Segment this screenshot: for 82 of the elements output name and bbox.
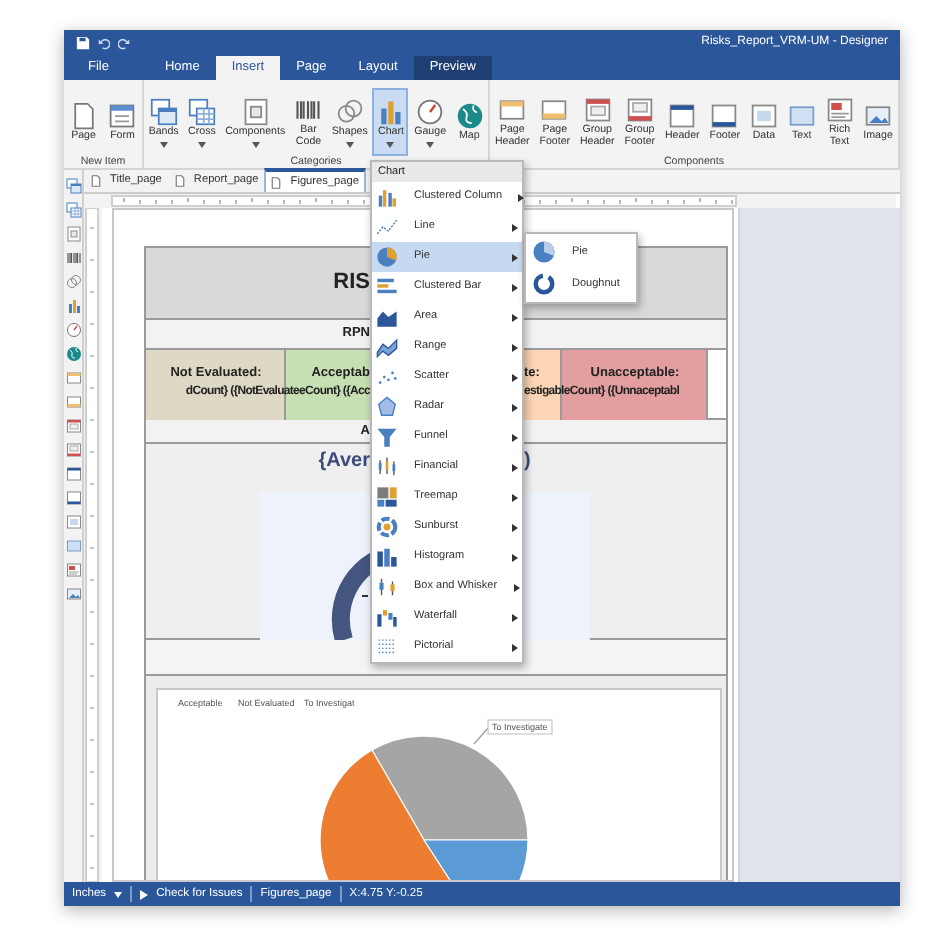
treemap-icon xyxy=(376,486,398,508)
footer-icon[interactable] xyxy=(65,490,81,506)
globe-icon xyxy=(455,102,484,131)
submenu-arrow-icon xyxy=(512,523,518,531)
submenu-arrow-icon xyxy=(512,433,518,441)
component-icon[interactable] xyxy=(65,226,81,242)
bar-chart-icon xyxy=(376,97,405,126)
image-icon xyxy=(864,102,893,131)
header-icon xyxy=(668,102,697,131)
box-plot-icon xyxy=(376,576,398,598)
bands-icon[interactable] xyxy=(65,178,81,194)
bar-chart-icon xyxy=(376,276,398,298)
header-icon[interactable] xyxy=(65,466,81,482)
footer-icon xyxy=(710,102,739,131)
pie-chart-icon xyxy=(376,246,398,268)
save-icon[interactable] xyxy=(76,36,90,50)
area-chart-icon xyxy=(376,306,398,328)
submenu-arrow-icon xyxy=(512,313,518,321)
scatter-chart-icon xyxy=(376,366,398,388)
group-footer-icon[interactable] xyxy=(65,442,81,458)
image-icon[interactable] xyxy=(65,586,81,602)
average-label: ) xyxy=(524,448,533,476)
form-icon xyxy=(108,102,137,131)
submenu-arrow-icon xyxy=(512,643,518,651)
histogram-icon xyxy=(376,546,398,568)
average-label: {Aver xyxy=(316,448,370,476)
sunburst-icon xyxy=(376,516,398,538)
page-header-icon[interactable] xyxy=(65,370,81,386)
submenu-arrow-icon xyxy=(518,193,525,201)
submenu-arrow-icon xyxy=(512,343,518,351)
shapes-icon[interactable] xyxy=(65,274,81,290)
page-icon xyxy=(270,175,283,189)
data-band-icon xyxy=(749,102,778,131)
undo-icon[interactable] xyxy=(98,37,110,49)
line-chart-icon xyxy=(376,216,398,238)
bar-chart-icon[interactable] xyxy=(65,298,81,314)
barcode-icon[interactable] xyxy=(65,250,81,266)
gauge-icon[interactable] xyxy=(65,322,81,338)
donut-chart-icon xyxy=(532,272,556,296)
submenu-arrow-icon xyxy=(512,493,518,501)
submenu-arrow-icon xyxy=(512,223,518,231)
candlestick-icon xyxy=(376,456,398,478)
bands-icon xyxy=(149,97,178,126)
rich-text-icon xyxy=(825,96,854,125)
data-band-icon[interactable] xyxy=(65,514,81,530)
component-icon xyxy=(241,97,270,126)
document-icon xyxy=(69,102,98,131)
group-header-icon[interactable] xyxy=(65,418,81,434)
gauge-icon xyxy=(416,97,445,126)
page-footer-icon[interactable] xyxy=(65,394,81,410)
submenu-arrow-icon xyxy=(512,253,518,261)
group-header-icon xyxy=(583,96,612,125)
shapes-icon xyxy=(335,97,364,126)
submenu-arrow-icon xyxy=(512,403,518,411)
leader-line xyxy=(473,727,489,745)
table-icon[interactable] xyxy=(65,202,81,218)
text-box-icon[interactable] xyxy=(65,538,81,554)
rich-text-icon[interactable] xyxy=(65,562,81,578)
redo-icon[interactable] xyxy=(118,37,130,49)
caret-icon[interactable] xyxy=(114,891,123,897)
range-chart-icon xyxy=(376,336,398,358)
submenu-arrow-icon xyxy=(512,373,518,381)
submenu-arrow-icon xyxy=(513,583,520,591)
report-title: RIS xyxy=(331,268,370,299)
barcode-icon xyxy=(294,96,323,125)
column-chart-icon xyxy=(376,186,398,208)
play-icon[interactable] xyxy=(140,889,149,899)
table-icon xyxy=(187,97,216,126)
page-header-icon xyxy=(498,96,527,125)
submenu-arrow-icon xyxy=(512,283,518,291)
submenu-arrow-icon xyxy=(512,553,518,561)
pie-chart-icon xyxy=(532,240,556,264)
page-footer-icon xyxy=(540,96,569,125)
group-footer-icon xyxy=(625,96,654,125)
dot-grid-icon xyxy=(376,636,398,658)
text-box-icon xyxy=(787,102,816,131)
submenu-arrow-icon xyxy=(512,613,518,621)
dash-mark xyxy=(361,595,369,597)
funnel-icon xyxy=(376,426,398,448)
globe-icon[interactable] xyxy=(65,346,81,362)
submenu-arrow-icon xyxy=(512,463,518,471)
waterfall-icon xyxy=(376,606,398,628)
